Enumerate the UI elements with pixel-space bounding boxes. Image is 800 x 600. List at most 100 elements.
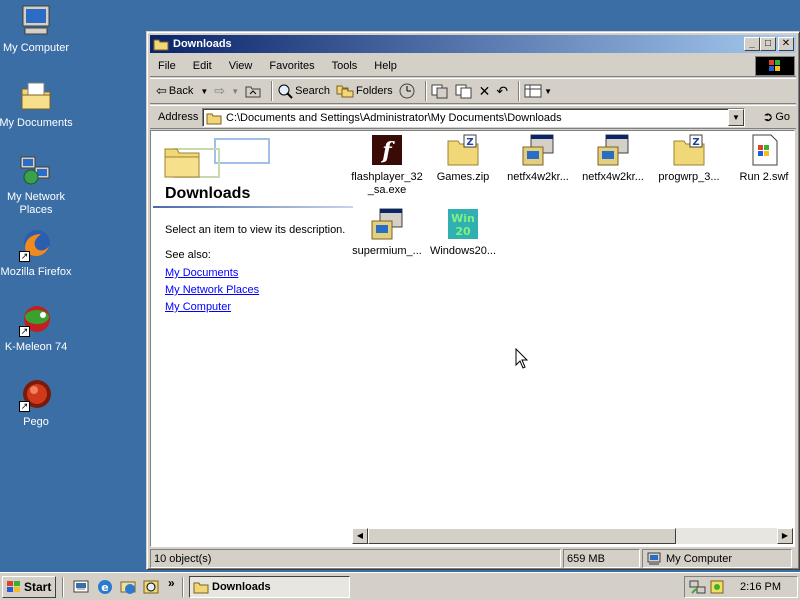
taskbar-button-downloads[interactable]: Downloads xyxy=(189,576,350,598)
maximize-button[interactable]: □ xyxy=(760,37,776,51)
windows-logo-icon xyxy=(755,56,795,76)
delete-icon: ✕ xyxy=(478,82,491,99)
security-tray-icon[interactable] xyxy=(709,579,725,595)
svg-text:e: e xyxy=(101,581,108,594)
file-item[interactable]: f flashplayer_32_sa.exe xyxy=(349,133,425,197)
desktop-icon-label: My Network Places xyxy=(6,191,66,216)
menu-tools[interactable]: Tools xyxy=(324,60,367,72)
zip-folder-icon: Z xyxy=(672,133,706,167)
go-arrow-icon: ➲ xyxy=(762,109,774,124)
file-name: Windows20... xyxy=(429,245,497,257)
delete-button[interactable]: ✕ xyxy=(479,83,491,100)
outlook-express-icon[interactable] xyxy=(119,578,137,596)
desktop-icon-my-documents[interactable]: My Documents xyxy=(0,79,74,130)
folder-content: Downloads Select an item to view its des… xyxy=(150,130,795,547)
installer-icon xyxy=(370,207,404,241)
desktop-icon-label: K-Meleon 74 xyxy=(4,341,68,353)
move-to-icon xyxy=(431,84,448,99)
file-item[interactable]: Win 20 Windows20... xyxy=(425,207,501,258)
address-bar: Address C:\Documents and Settings\Admini… xyxy=(150,105,796,129)
horizontal-scrollbar[interactable]: ◀ ▶ xyxy=(352,528,793,544)
file-item[interactable]: Z Games.zip xyxy=(425,133,501,184)
title-bar[interactable]: Downloads _ □ ✕ xyxy=(150,35,796,53)
network-tray-icon[interactable] xyxy=(689,579,707,595)
task-label: Downloads xyxy=(212,581,271,593)
search-label: Search xyxy=(295,85,330,97)
menu-file[interactable]: File xyxy=(150,60,185,72)
scroll-left-button[interactable]: ◀ xyxy=(352,528,368,544)
internet-explorer-icon[interactable]: e xyxy=(96,578,114,596)
desktop-icon-my-computer[interactable]: My Computer xyxy=(0,4,74,55)
file-name: supermium_... xyxy=(352,245,422,257)
history-button[interactable] xyxy=(399,83,415,99)
file-item[interactable]: Z progwrp_3... xyxy=(651,133,727,184)
forward-button[interactable]: ⇨ ▼ xyxy=(214,83,239,99)
back-button[interactable]: ⇦ Back ▼ xyxy=(156,83,208,99)
desktop-icon-network-places[interactable]: My Network Places xyxy=(0,153,74,217)
svg-text:Win: Win xyxy=(451,212,475,225)
status-zone: My Computer xyxy=(642,549,792,568)
status-size: 659 MB xyxy=(563,549,640,568)
views-icon xyxy=(524,84,542,98)
system-tray: 2:16 PM xyxy=(684,576,798,598)
up-folder-icon xyxy=(245,86,261,98)
folders-label: Folders xyxy=(355,85,393,97)
file-name: netfx4w2kr... xyxy=(582,171,644,183)
file-item[interactable]: netfx4w2kr... xyxy=(575,133,651,184)
taskbar: Start e » Downloads 2:16 PM xyxy=(0,572,800,600)
file-name: netfx4w2kr... xyxy=(507,171,569,183)
quicklaunch-overflow-icon[interactable]: » xyxy=(168,576,175,590)
history-icon xyxy=(399,83,415,99)
desktop-icon-firefox[interactable]: ↗ Mozilla Firefox xyxy=(0,228,74,279)
address-input[interactable]: C:\Documents and Settings\Administrator\… xyxy=(202,108,745,127)
desktop-icon-label: Mozilla Firefox xyxy=(0,266,72,278)
copy-to-icon xyxy=(455,84,472,99)
my-computer-icon xyxy=(647,552,661,565)
chevron-down-icon: ▼ xyxy=(200,86,209,96)
menu-help[interactable]: Help xyxy=(366,60,406,72)
move-to-button[interactable] xyxy=(431,83,449,99)
svg-text:20: 20 xyxy=(455,225,471,238)
file-name: flashplayer_32_sa.exe xyxy=(351,171,423,196)
file-item[interactable]: Run 2.swf xyxy=(726,133,800,184)
link-my-network-places[interactable]: My Network Places xyxy=(165,284,259,296)
copy-to-button[interactable] xyxy=(455,83,473,99)
pego-icon: ↗ xyxy=(19,378,53,412)
search-button[interactable]: Search xyxy=(277,83,330,99)
folders-button[interactable]: Folders xyxy=(336,84,393,98)
webview-title: Downloads xyxy=(165,185,251,202)
desktop-icon-pego[interactable]: ↗ Pego xyxy=(0,378,74,429)
standard-toolbar: ⇦ Back ▼ ⇨ ▼ Search Folders ✕ ↶ ▼ xyxy=(150,78,796,104)
menu-favorites[interactable]: Favorites xyxy=(261,60,323,72)
zip-folder-icon: Z xyxy=(446,133,480,167)
toolbar-separator xyxy=(424,81,427,101)
desktop-icon-label: My Documents xyxy=(0,117,73,129)
undo-button[interactable]: ↶ xyxy=(496,83,508,100)
close-button[interactable]: ✕ xyxy=(778,37,794,51)
undo-icon: ↶ xyxy=(496,82,509,99)
go-button[interactable]: ➲ Go xyxy=(762,109,790,125)
minimize-button[interactable]: _ xyxy=(744,37,760,51)
file-item[interactable]: supermium_... xyxy=(349,207,425,258)
shortcut-arrow-icon: ↗ xyxy=(19,401,30,412)
up-folder-button[interactable] xyxy=(245,84,261,98)
menu-edit[interactable]: Edit xyxy=(185,60,221,72)
search-explorer-icon[interactable] xyxy=(142,578,160,596)
menu-view[interactable]: View xyxy=(221,60,262,72)
forward-arrow-icon: ⇨ xyxy=(214,83,226,98)
views-button[interactable]: ▼ xyxy=(524,84,552,98)
file-item[interactable]: netfx4w2kr... xyxy=(500,133,576,184)
network-places-icon xyxy=(19,153,53,187)
start-label: Start xyxy=(24,580,52,594)
link-my-documents[interactable]: My Documents xyxy=(165,267,238,279)
webview-panel: Downloads Select an item to view its des… xyxy=(153,133,353,543)
scrollbar-thumb[interactable] xyxy=(368,528,676,544)
show-desktop-icon[interactable] xyxy=(72,578,90,596)
start-button[interactable]: Start xyxy=(2,576,56,598)
desktop-icon-kmeleon[interactable]: ↗ K-Meleon 74 xyxy=(0,303,74,354)
link-my-computer[interactable]: My Computer xyxy=(165,301,231,313)
shortcut-arrow-icon: ↗ xyxy=(19,251,30,262)
address-dropdown-button[interactable]: ▼ xyxy=(728,109,744,126)
scroll-right-button[interactable]: ▶ xyxy=(777,528,793,544)
folder-header-icon xyxy=(164,138,270,178)
